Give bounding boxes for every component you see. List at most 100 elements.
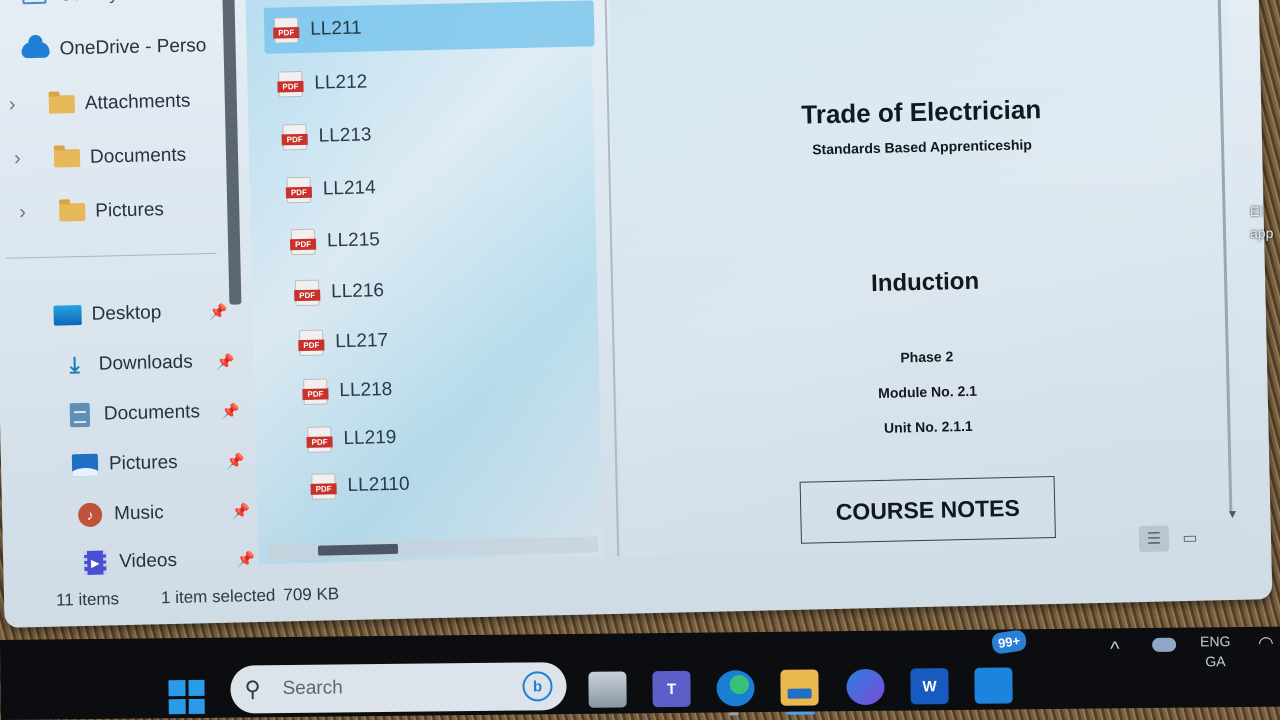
pin-icon[interactable]: 📌 xyxy=(231,502,250,520)
sidebar-item-label: Documents xyxy=(103,401,201,425)
word-icon[interactable]: W xyxy=(910,668,949,705)
pdf-file-icon: PDF xyxy=(273,17,300,44)
document-unit: Unit No. 2.1.1 xyxy=(883,417,973,436)
sidebar-item-label: OneDrive - Perso xyxy=(59,35,207,60)
mail-icon[interactable] xyxy=(974,667,1013,704)
onedrive-tray-icon[interactable] xyxy=(1152,637,1177,652)
pin-icon[interactable]: 📌 xyxy=(221,402,240,420)
desktop-icon xyxy=(53,304,82,327)
file-name: LL216 xyxy=(330,280,385,303)
documents-icon xyxy=(66,402,94,428)
pdf-file-icon: PDF xyxy=(277,70,304,98)
desktop-icon-label: El app xyxy=(1250,203,1274,241)
status-bar: 11 items 1 item selected 709 KB xyxy=(56,584,339,610)
chevron-right-icon[interactable]: › xyxy=(19,201,36,224)
edge-icon[interactable] xyxy=(716,670,755,707)
pin-icon[interactable]: 📌 xyxy=(226,452,245,470)
pin-icon[interactable]: 📌 xyxy=(236,550,255,568)
start-button[interactable] xyxy=(168,679,205,715)
file-item[interactable]: PDF LL215 xyxy=(281,212,612,265)
details-view-button[interactable]: ☰ xyxy=(1138,525,1170,553)
file-item[interactable]: PDF LL214 xyxy=(276,160,607,213)
file-name: LL212 xyxy=(314,71,368,94)
sidebar-item-downloads[interactable]: ⤓ Downloads 📌 xyxy=(61,350,241,378)
pdf-file-icon: PDF xyxy=(294,279,321,307)
bing-chat-icon[interactable]: b xyxy=(522,671,553,702)
running-indicator xyxy=(728,712,739,716)
active-indicator xyxy=(786,711,815,715)
sidebar-item-documents[interactable]: Documents 📌 xyxy=(66,400,246,428)
document-module: Module No. 2.1 xyxy=(878,382,978,401)
file-item[interactable]: PDF LL219 xyxy=(297,410,628,463)
wifi-icon[interactable]: ◠ xyxy=(1258,633,1274,654)
file-list: PDF LL211 PDF LL212 PDF LL213 PDF LL214 … xyxy=(244,0,604,565)
cloud-icon xyxy=(21,41,50,59)
pin-icon[interactable]: 📌 xyxy=(216,353,235,371)
divider xyxy=(6,252,217,259)
teams-icon[interactable]: T xyxy=(652,670,691,708)
sidebar-item-videos[interactable]: ▶ Videos 📌 xyxy=(81,548,261,576)
file-name: LL213 xyxy=(318,124,372,147)
gallery-icon xyxy=(20,0,48,7)
preview-pane: Trade of Electrician Standards Based App… xyxy=(607,0,1242,556)
pdf-file-icon: PDF xyxy=(289,228,317,256)
file-item[interactable]: PDF LL218 xyxy=(293,362,624,415)
sidebar-item-onedrive[interactable]: OneDrive - Perso xyxy=(21,35,207,61)
file-name: LL211 xyxy=(309,17,362,40)
file-explorer-window: Gallery OneDrive - Perso › Attachments ›… xyxy=(0,0,1273,628)
scroll-down-arrow-icon[interactable]: ▼ xyxy=(1226,507,1238,521)
sidebar-item-label: Music xyxy=(113,502,164,525)
pin-icon[interactable]: 📌 xyxy=(209,303,228,321)
task-view-button[interactable] xyxy=(588,671,627,708)
taskbar-search[interactable]: ⚲ Search b xyxy=(230,662,567,714)
sidebar-item-label: Gallery xyxy=(58,0,119,6)
pdf-file-icon: PDF xyxy=(310,473,337,500)
document-phase: Phase 2 xyxy=(900,348,954,366)
search-placeholder[interactable]: Search xyxy=(282,676,510,700)
file-explorer-icon[interactable] xyxy=(780,669,819,706)
selection-count: 1 item selected xyxy=(160,585,276,608)
chevron-right-icon[interactable]: › xyxy=(14,147,31,170)
file-item[interactable]: PDF LL217 xyxy=(289,313,620,366)
sidebar-item-label: Videos xyxy=(118,549,178,573)
folder-icon xyxy=(48,94,76,114)
taskbar: ⚲ Search b T W 99+ ^ ENG GA ◠ xyxy=(0,626,1280,720)
sidebar-item-pictures-onedrive[interactable]: › Pictures xyxy=(19,198,164,224)
file-name: LL2110 xyxy=(347,473,410,497)
pictures-icon xyxy=(71,453,99,477)
document-heading: Induction xyxy=(870,267,980,298)
pdf-file-icon: PDF xyxy=(306,426,333,453)
sidebar-item-attachments[interactable]: › Attachments xyxy=(9,89,191,116)
microsoft-365-icon[interactable] xyxy=(846,668,885,706)
file-name: LL219 xyxy=(343,426,397,450)
chevron-right-icon[interactable]: › xyxy=(9,93,26,116)
sidebar-item-documents-onedrive[interactable]: › Documents xyxy=(14,144,187,171)
notification-badge: 99+ xyxy=(990,629,1028,655)
file-name: LL217 xyxy=(335,330,389,353)
sidebar-item-desktop[interactable]: Desktop 📌 xyxy=(53,301,233,327)
sidebar-item-label: Attachments xyxy=(84,89,191,114)
file-item[interactable]: PDF LL212 xyxy=(268,54,599,107)
sidebar-item-gallery[interactable]: Gallery xyxy=(20,0,119,7)
file-item[interactable]: PDF LL216 xyxy=(285,263,616,316)
sidebar-item-music[interactable]: ♪ Music 📌 xyxy=(76,500,256,528)
file-item[interactable]: PDF LL213 xyxy=(272,107,603,160)
pdf-file-icon: PDF xyxy=(285,176,313,204)
sidebar-item-pictures[interactable]: Pictures 📌 xyxy=(71,450,251,477)
music-icon: ♪ xyxy=(76,502,104,528)
input-language-indicator[interactable]: ENG GA xyxy=(1200,631,1231,671)
folder-icon xyxy=(53,148,81,168)
file-item[interactable]: PDF LL2110 xyxy=(301,457,632,510)
large-icons-view-button[interactable]: ▭ xyxy=(1175,525,1206,552)
sidebar-item-label: Desktop xyxy=(91,302,162,325)
vertical-scrollbar[interactable] xyxy=(1216,0,1233,513)
download-icon: ⤓ xyxy=(69,352,80,378)
folder-icon xyxy=(59,202,86,221)
windows-logo-icon xyxy=(168,680,186,696)
document-title: Trade of Electrician xyxy=(800,94,1042,130)
scrollbar-thumb[interactable] xyxy=(317,543,399,556)
show-hidden-icons-button[interactable]: ^ xyxy=(1110,638,1120,661)
file-item[interactable]: PDF LL211 xyxy=(263,0,595,54)
navigation-pane: Gallery OneDrive - Perso › Attachments ›… xyxy=(0,0,255,580)
sidebar-item-label: Documents xyxy=(89,144,187,168)
